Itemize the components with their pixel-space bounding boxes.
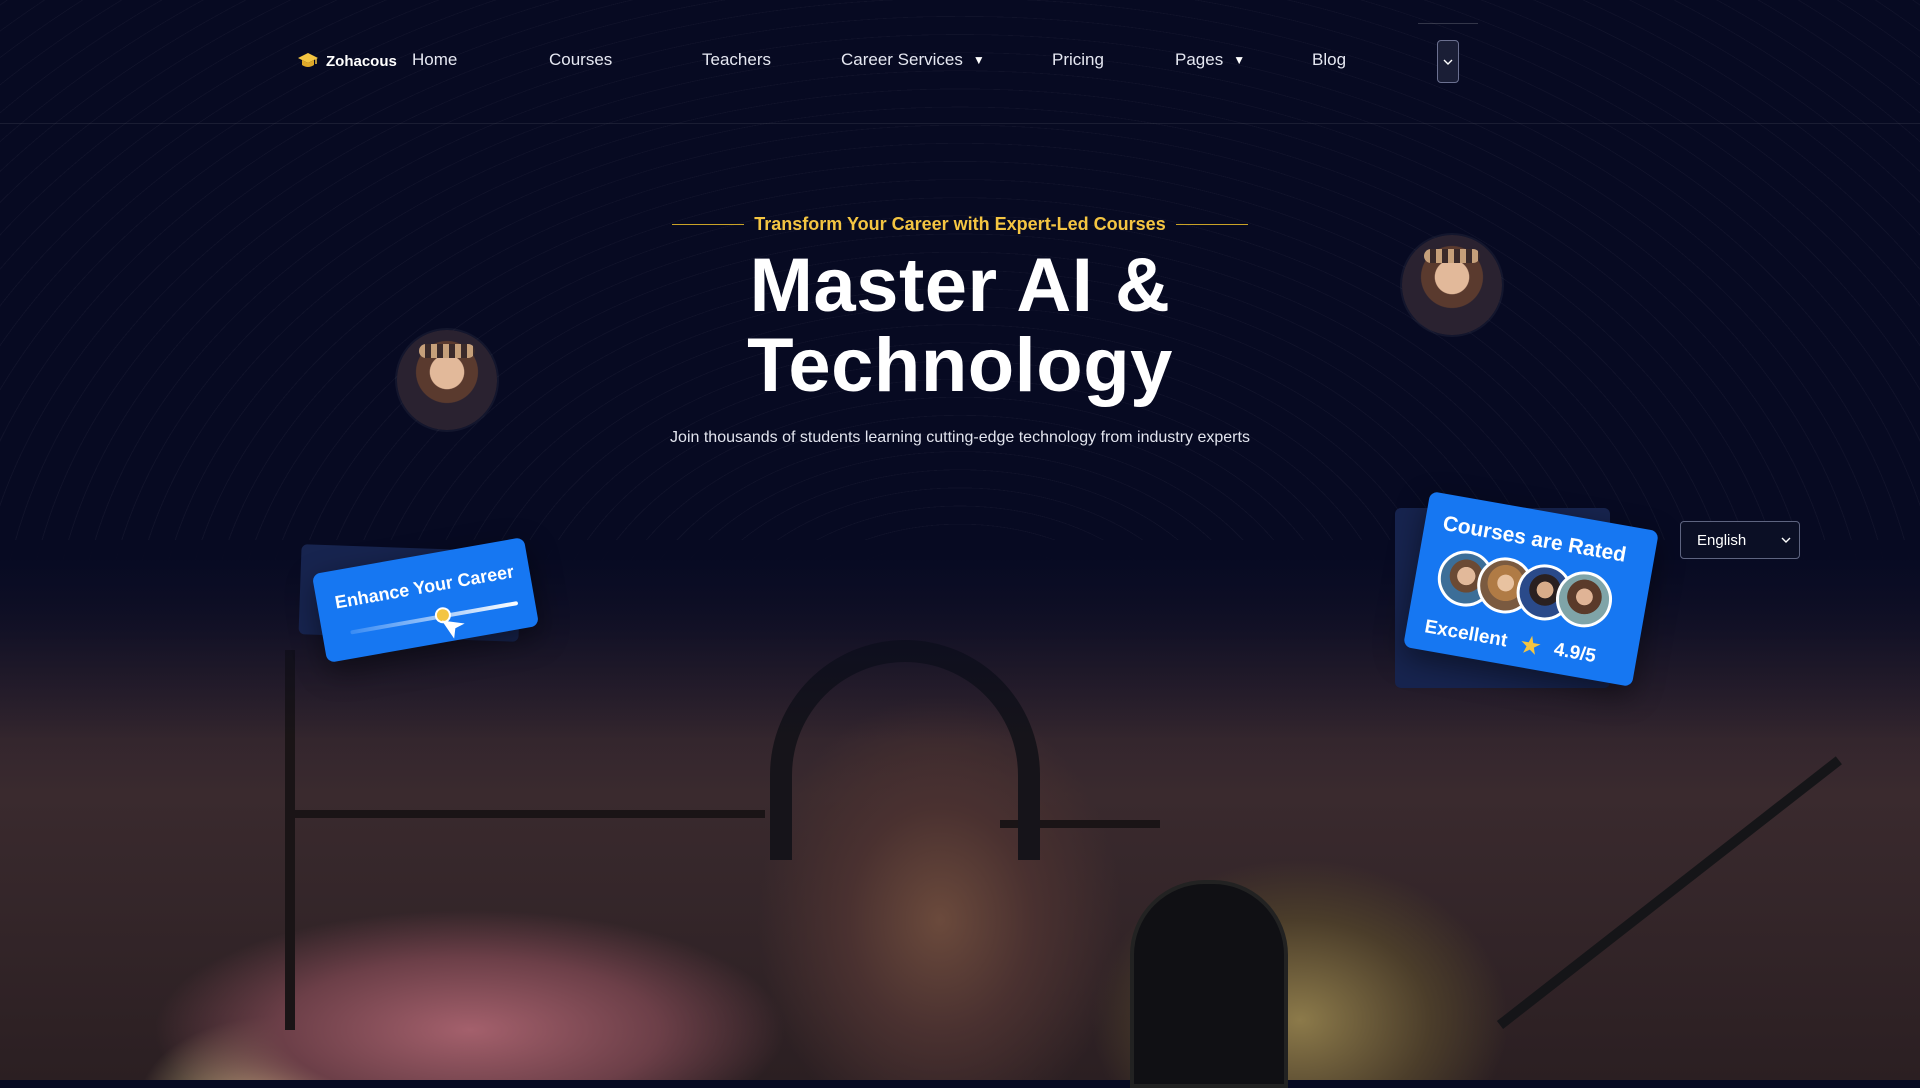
nav-teachers[interactable]: Teachers	[702, 50, 771, 70]
hero-title-line2: Technology	[747, 323, 1173, 408]
brand-logo[interactable]: Zohacous	[298, 52, 397, 70]
cursor-icon	[441, 620, 465, 639]
language-selected: English	[1697, 531, 1747, 549]
nav-pages[interactable]: Pages ▼	[1175, 50, 1245, 70]
hero-kicker: Transform Your Career with Expert-Led Co…	[0, 214, 1920, 235]
top-navigation: Zohacous Home Courses Teachers Career Se…	[0, 0, 1920, 124]
avatar-headband	[1424, 249, 1480, 263]
nav-divider	[1418, 23, 1478, 24]
brand-name: Zohacous	[326, 52, 397, 70]
avatar-headband	[419, 344, 475, 358]
kicker-line-right	[1175, 224, 1248, 225]
caret-down-icon: ▼	[1233, 53, 1246, 67]
nav-courses[interactable]: Courses	[549, 50, 612, 70]
kicker-text: Transform Your Career with Expert-Led Co…	[754, 214, 1166, 234]
shelf-board	[285, 810, 765, 818]
hero-subtitle: Join thousands of students learning cutt…	[670, 429, 1250, 446]
nav-home[interactable]: Home	[412, 50, 457, 70]
nav-courses-label: Courses	[549, 50, 613, 69]
nav-career-services[interactable]: Career Services ▼	[841, 50, 985, 70]
nav-pages-label: Pages	[1175, 50, 1224, 69]
hero-title: Master AI & Technology	[0, 246, 1920, 406]
nav-home-label: Home	[412, 50, 458, 69]
student-avatar-right	[1402, 235, 1502, 335]
photo-microphone	[1130, 880, 1288, 1088]
kicker-line-left	[672, 224, 745, 225]
nav-menu-button[interactable]	[1437, 40, 1459, 83]
language-select[interactable]: English	[1680, 521, 1800, 559]
nav-blog[interactable]: Blog	[1312, 50, 1346, 70]
nav-career-services-label: Career Services	[841, 50, 963, 69]
student-avatar-left	[397, 330, 497, 430]
chevron-down-icon	[1443, 59, 1453, 65]
nav-pricing[interactable]: Pricing	[1052, 50, 1104, 70]
caret-down-icon: ▼	[972, 53, 985, 67]
rating-label: Excellent	[1423, 616, 1509, 652]
star-icon: ★	[1518, 631, 1543, 660]
graduation-cap-icon	[298, 53, 318, 67]
hero-title-line1: Master AI &	[749, 243, 1171, 328]
nav-pricing-label: Pricing	[1052, 50, 1104, 69]
chevron-down-icon	[1781, 537, 1791, 543]
nav-blog-label: Blog	[1312, 50, 1347, 69]
rating-value: 4.9/5	[1552, 639, 1598, 668]
nav-teachers-label: Teachers	[702, 50, 771, 69]
